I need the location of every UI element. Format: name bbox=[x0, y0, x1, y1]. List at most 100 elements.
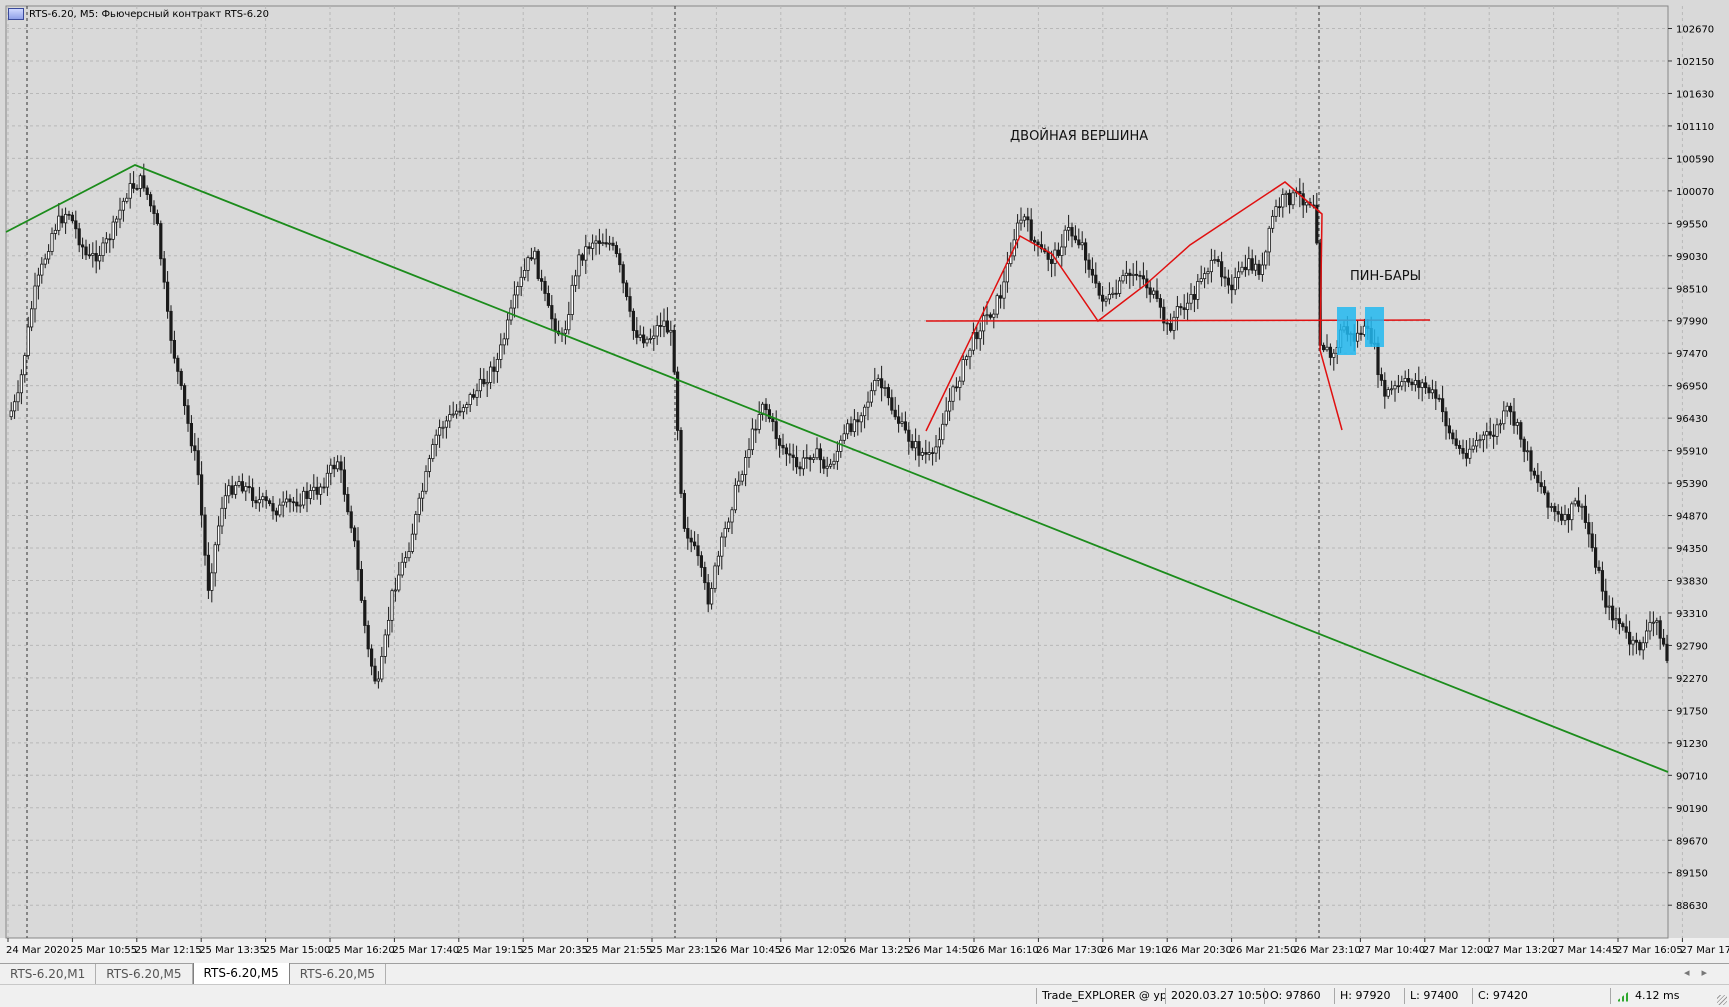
candle bbox=[495, 352, 500, 383]
candle-body bbox=[625, 282, 629, 297]
candle-body bbox=[992, 313, 996, 318]
candle-body bbox=[165, 281, 170, 312]
candle bbox=[1502, 401, 1506, 430]
candle bbox=[475, 383, 479, 406]
candle-body bbox=[74, 220, 78, 230]
candle-body bbox=[900, 421, 904, 424]
time-label: 27 Mar 13:20 bbox=[1487, 945, 1554, 956]
candle bbox=[64, 207, 68, 234]
status-high: H: 97920 bbox=[1334, 988, 1410, 1004]
candle bbox=[1651, 611, 1655, 637]
candle bbox=[580, 252, 585, 266]
tab-rts-m5-1[interactable]: RTS-6.20,M5 bbox=[96, 964, 193, 984]
scroll-left-icon[interactable]: ◂ bbox=[1684, 966, 1702, 979]
candle-body bbox=[1220, 261, 1224, 278]
tab-rts-m1[interactable]: RTS-6.20,M1 bbox=[0, 964, 97, 984]
candle bbox=[1111, 287, 1115, 299]
status-connection[interactable]: 4.12 ms bbox=[1610, 988, 1716, 1004]
candle bbox=[1152, 287, 1156, 299]
candle bbox=[1580, 503, 1584, 520]
candle bbox=[145, 185, 149, 200]
candle bbox=[482, 368, 486, 387]
candle-body bbox=[917, 441, 921, 456]
candle-body bbox=[631, 310, 636, 331]
tab-rts-m5-active[interactable]: RTS-6.20,M5 bbox=[192, 963, 290, 986]
candle bbox=[1478, 434, 1482, 449]
resize-grip-icon[interactable] bbox=[1717, 995, 1727, 1005]
candle-body bbox=[471, 394, 476, 398]
candle bbox=[696, 534, 700, 566]
candle-body bbox=[488, 366, 493, 383]
candle-body bbox=[1284, 192, 1288, 195]
candle-body bbox=[1254, 263, 1258, 271]
candle bbox=[1291, 190, 1295, 210]
candle bbox=[822, 456, 826, 475]
candle bbox=[434, 429, 438, 457]
candle-body bbox=[162, 258, 166, 283]
candle bbox=[652, 325, 656, 351]
candle-body bbox=[312, 486, 316, 491]
candle-body bbox=[1291, 192, 1295, 206]
time-label: 25 Mar 15:00 bbox=[264, 945, 331, 956]
candle-body bbox=[196, 450, 200, 476]
candle-body bbox=[594, 240, 598, 244]
price-label: 99030 bbox=[1676, 252, 1708, 263]
candle-body bbox=[546, 293, 551, 306]
candle-body bbox=[1424, 382, 1428, 389]
candle-body bbox=[978, 330, 982, 340]
candle-body bbox=[1036, 241, 1040, 246]
candle-body bbox=[771, 418, 775, 423]
candle bbox=[747, 438, 751, 468]
candle bbox=[1475, 432, 1479, 453]
chart-area[interactable]: ДВОЙНАЯ ВЕРШИНА ПИН-БАРЫ 102670 102150 1016… bbox=[0, 0, 1729, 956]
candle-body bbox=[754, 428, 758, 431]
candle bbox=[1430, 379, 1434, 400]
tab-rts-m5-3[interactable]: RTS-6.20,M5 bbox=[290, 964, 387, 984]
candle-body bbox=[431, 444, 435, 460]
candle-body bbox=[536, 250, 540, 279]
time-label: 26 Mar 17:30 bbox=[1036, 945, 1103, 956]
candle bbox=[999, 284, 1003, 309]
candle-body bbox=[495, 358, 500, 372]
candle-body bbox=[1498, 423, 1502, 426]
candle bbox=[301, 486, 306, 509]
candle-body bbox=[189, 423, 193, 447]
price-chart[interactable]: ДВОЙНАЯ ВЕРШИНА ПИН-БАРЫ 102670 102150 1016… bbox=[0, 0, 1729, 962]
candle bbox=[77, 222, 81, 253]
candle bbox=[213, 541, 217, 587]
candle-body bbox=[774, 421, 778, 440]
candle-body bbox=[710, 588, 714, 605]
candle-body bbox=[1213, 259, 1217, 261]
candle bbox=[315, 476, 319, 500]
candle-body bbox=[1638, 641, 1642, 651]
candle-body bbox=[1488, 431, 1492, 436]
candle-body bbox=[23, 355, 27, 376]
status-bar: Trade_EXPLORER @ ур 2020.03.27 10:50 O: … bbox=[0, 984, 1729, 1007]
candle bbox=[669, 320, 673, 346]
candle bbox=[342, 456, 347, 502]
candle bbox=[526, 255, 530, 282]
time-label: 25 Mar 23:15 bbox=[650, 945, 717, 956]
candle bbox=[121, 197, 125, 222]
candle-body bbox=[1077, 239, 1081, 246]
candle bbox=[1216, 256, 1220, 267]
candle bbox=[774, 410, 778, 450]
candle-body bbox=[835, 451, 840, 462]
candle-body bbox=[363, 599, 367, 626]
candle bbox=[784, 443, 789, 466]
price-label: 92270 bbox=[1676, 674, 1708, 685]
candle bbox=[604, 228, 608, 248]
candle-body bbox=[533, 250, 537, 260]
candle bbox=[1515, 418, 1519, 435]
candle-body bbox=[686, 528, 690, 539]
candle bbox=[19, 369, 24, 405]
candle-body bbox=[849, 423, 853, 433]
scroll-right-icon[interactable]: ▸ bbox=[1701, 966, 1719, 979]
candle-body bbox=[999, 295, 1003, 299]
tab-scroll-arrows[interactable]: ◂▸ bbox=[1684, 966, 1719, 979]
candle bbox=[1607, 595, 1611, 621]
candle-body bbox=[77, 228, 81, 246]
candle-body bbox=[407, 551, 411, 559]
candle-body bbox=[886, 387, 891, 399]
price-grid bbox=[6, 6, 1683, 938]
